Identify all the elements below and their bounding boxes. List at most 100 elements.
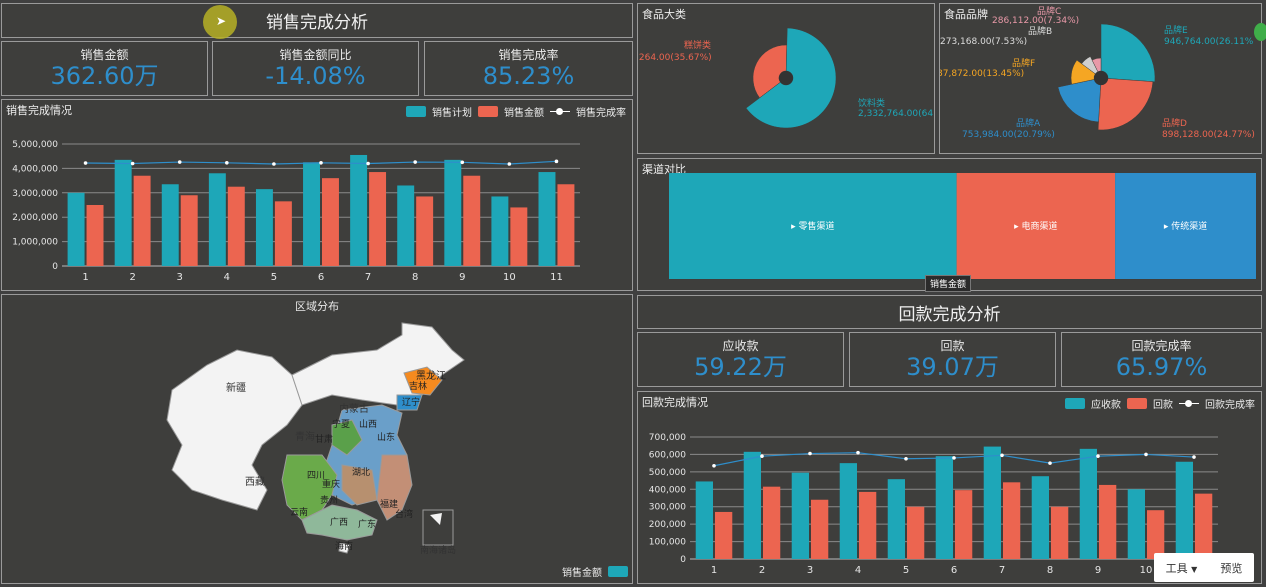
bar-回款 [1099, 484, 1117, 559]
pie-slice-品牌D [1097, 78, 1154, 131]
y-tick-label: 700,000 [649, 433, 686, 443]
channel-label-零售渠道: ▸ 零售渠道 [791, 220, 834, 232]
map-region-north[interactable] [291, 322, 465, 406]
bar-回款 [811, 499, 829, 559]
map-label-ningxia: 宁夏 [332, 418, 350, 430]
sales-title-panel: 销售完成分析 [1, 3, 633, 38]
kpi-value: -14.08% [265, 62, 366, 90]
map-label-heilongjiang: 黑龙江 [416, 369, 446, 382]
brand-label-a: 品牌A [1016, 117, 1041, 129]
bar-销售金额 [557, 184, 575, 266]
bar-销售金额 [322, 178, 339, 266]
point-销售完成率 [177, 160, 182, 164]
x-tick-label: 2 [129, 272, 135, 283]
bar-回款 [907, 506, 925, 559]
bar-销售计划 [67, 192, 85, 266]
kpi-value: 39.07万 [906, 353, 999, 381]
y-tick-label: 2,000,000 [12, 213, 58, 223]
point-回款完成率 [952, 456, 956, 460]
bar-回款 [715, 511, 733, 559]
south-sea-islands-shape [430, 513, 442, 525]
x-tick-label: 2 [759, 565, 765, 576]
map-label-guizhou: 贵州 [320, 494, 338, 506]
map-label-xinjiang: 新疆 [226, 381, 246, 394]
brand-label-b: 品牌B [1028, 25, 1052, 37]
bar-应收款 [1079, 448, 1097, 559]
point-销售完成率 [413, 160, 417, 164]
map-label-fujian: 福建 [380, 498, 398, 510]
bar-应收款 [839, 463, 857, 559]
kpi-sales-rate: 销售完成率 85.23% [424, 41, 633, 96]
pie-slice-品牌A [1057, 79, 1101, 123]
point-回款完成率 [712, 463, 716, 468]
region-legend-swatch[interactable] [608, 566, 628, 577]
bar-销售计划 [161, 184, 179, 266]
x-tick-label: 11 [550, 272, 563, 283]
bar-回款 [955, 490, 973, 559]
region-map-legend: 销售金额 [562, 564, 628, 579]
tools-label: 工具 [1165, 561, 1188, 575]
y-tick-label: 0 [52, 262, 58, 272]
payback-title-panel: 回款完成分析 [637, 295, 1262, 329]
point-销售完成率 [554, 159, 559, 164]
point-回款完成率 [904, 456, 908, 461]
y-tick-label: 5,000,000 [12, 140, 58, 150]
kpi-value: 65.97% [1115, 353, 1208, 381]
point-回款完成率 [760, 454, 764, 458]
preview-button[interactable]: 预览 [1220, 560, 1242, 576]
bar-应收款 [887, 479, 905, 559]
pie-hole [779, 71, 793, 85]
bar-销售金额 [369, 172, 387, 266]
bar-应收款 [935, 456, 953, 559]
y-tick-label: 200,000 [649, 520, 686, 530]
sales-bar-chart[interactable]: 0 1,000,000 2,000,000 3,000,000 4,000,000 5,0… [2, 100, 632, 290]
map-label-guangdong: 广东 [358, 518, 376, 530]
region-legend-label: 销售金额 [562, 568, 602, 579]
bar-应收款 [743, 451, 761, 559]
bar-销售计划 [538, 172, 556, 266]
bar-销售金额 [133, 175, 151, 266]
point-回款完成率 [1096, 454, 1100, 458]
channel-label-电商渠道: ▸ 电商渠道 [1014, 220, 1057, 232]
map-label-shanxi: 山西 [359, 419, 377, 430]
y-tick-label: 3,000,000 [12, 189, 58, 199]
bar-应收款 [695, 481, 713, 559]
y-tick-label: 600,000 [649, 450, 686, 460]
bar-销售金额 [416, 196, 434, 266]
food-brand-pie[interactable]: 品牌C 286,112.00(7.34%) 品牌B 273,168.00(7.5… [940, 4, 1261, 153]
x-tick-label: 1 [82, 272, 88, 283]
y-tick-label: 500,000 [649, 468, 686, 478]
side-circle-icon[interactable] [1254, 23, 1266, 41]
bar-销售金额 [180, 195, 198, 266]
bar-回款 [859, 491, 877, 559]
point-销售完成率 [225, 160, 229, 165]
map-region-west[interactable] [166, 349, 303, 511]
chevron-down-icon: ▼ [1191, 564, 1198, 574]
kpi-receivable: 应收款 59.22万 [637, 332, 844, 387]
bar-销售金额 [463, 175, 481, 266]
bar-回款 [763, 486, 781, 559]
kpi-value: 59.22万 [694, 353, 787, 381]
sales-title: 销售完成分析 [266, 13, 368, 33]
x-tick-label: 4 [224, 272, 230, 283]
china-map[interactable]: 新疆 西藏 内蒙古 黑龙江 吉林 辽宁 青海 甘肃 宁夏 山西 山东 四川 重庆… [2, 295, 632, 583]
map-label-shandong: 山东 [377, 431, 395, 443]
brand-value-c: 286,112.00(7.34%) [992, 16, 1079, 26]
map-label-neimenggu: 内蒙古 [339, 402, 369, 415]
x-tick-label: 9 [459, 272, 465, 283]
bar-应收款 [1127, 489, 1145, 559]
bar-应收款 [983, 446, 1001, 559]
bar-销售金额 [227, 186, 245, 266]
kpi-label: 回款完成率 [1131, 339, 1192, 353]
bar-应收款 [1175, 461, 1193, 559]
channel-bar[interactable]: ▸ 零售渠道 ▸ 电商渠道 ▸ 传统渠道 [638, 159, 1261, 290]
bar-回款 [1003, 482, 1021, 559]
tools-button[interactable]: 工具 ▼ [1166, 560, 1198, 576]
map-label-xizang: 西藏 [245, 476, 265, 488]
brand-label-e: 品牌E [1164, 24, 1188, 36]
food-category-pie[interactable]: 糕饼类 ,264.00(35.67%) 饮料类 2,332,764.00(64. [638, 4, 934, 153]
x-tick-label: 5 [271, 272, 277, 283]
point-销售完成率 [83, 161, 88, 165]
channel-tooltip: 销售金额 [925, 275, 972, 292]
bar-回款 [1195, 493, 1213, 559]
